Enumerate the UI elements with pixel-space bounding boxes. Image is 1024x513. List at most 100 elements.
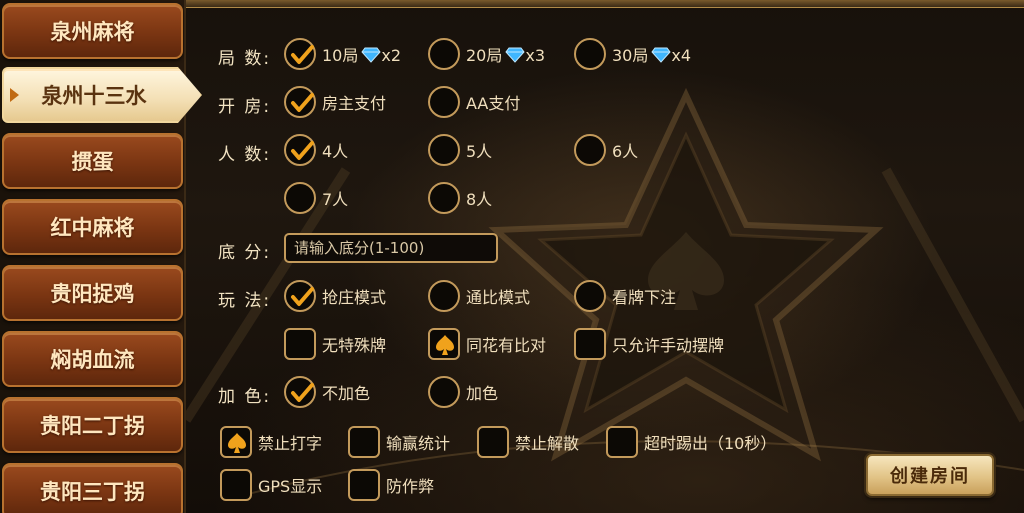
option-text: 输赢统计 bbox=[386, 434, 451, 453]
sidebar-item-quanzhou-mahjong[interactable]: 泉州麻将 bbox=[2, 3, 183, 59]
sidebar-item-label: 贵阳二丁拐 bbox=[40, 414, 145, 438]
radio-selected bbox=[284, 280, 316, 312]
mode-option-tongbi[interactable]: 通比模式 bbox=[428, 279, 530, 313]
option-text: 6人 bbox=[612, 142, 639, 161]
toggle-disable-chat[interactable]: 禁止打字 bbox=[220, 425, 322, 459]
checkbox-unchecked bbox=[348, 426, 380, 458]
game-sidebar: 泉州麻将 泉州十三水 掼蛋 红中麻将 贵阳捉鸡 焖胡血流 贵阳二丁拐 贵阳三丁拐 bbox=[0, 0, 202, 513]
checkbox-checked bbox=[428, 328, 460, 360]
sidebar-item-menhu-xueliu[interactable]: 焖胡血流 bbox=[2, 331, 183, 387]
radio-unselected bbox=[574, 38, 606, 70]
check-icon bbox=[291, 383, 314, 402]
base-score-label: 底 分: bbox=[218, 243, 272, 263]
mode-option-look-bet[interactable]: 看牌下注 bbox=[574, 279, 676, 313]
radio-unselected bbox=[428, 280, 460, 312]
option-text: 30局 bbox=[612, 46, 649, 65]
checkbox-unchecked bbox=[606, 426, 638, 458]
radio-selected bbox=[284, 86, 316, 118]
toggle-win-loss-stats[interactable]: 输赢统计 bbox=[348, 425, 450, 459]
players-option-7[interactable]: 7人 bbox=[284, 181, 348, 215]
check-icon bbox=[291, 287, 314, 306]
option-text: 4人 bbox=[322, 142, 349, 161]
check-icon bbox=[291, 45, 314, 64]
players-option-4[interactable]: 4人 bbox=[284, 133, 348, 167]
sidebar-item-label: 贵阳三丁拐 bbox=[40, 480, 145, 504]
radio-selected bbox=[284, 134, 316, 166]
radio-unselected bbox=[574, 280, 606, 312]
toggle-gps-display[interactable]: GPS显示 bbox=[220, 468, 322, 502]
toggle-anti-cheat[interactable]: 防作弊 bbox=[348, 468, 434, 502]
option-text: 8人 bbox=[466, 190, 493, 209]
extra-manual-arrange-only[interactable]: 只允许手动摆牌 bbox=[574, 327, 724, 361]
diamond-gem-icon bbox=[651, 47, 672, 63]
checkbox-unchecked bbox=[284, 328, 316, 360]
radio-unselected bbox=[428, 86, 460, 118]
option-text: 防作弊 bbox=[386, 477, 435, 496]
diamond-gem-icon bbox=[505, 47, 526, 63]
option-text: 5人 bbox=[466, 142, 493, 161]
extra-no-special-cards[interactable]: 无特殊牌 bbox=[284, 327, 386, 361]
players-option-6[interactable]: 6人 bbox=[574, 133, 638, 167]
option-text: GPS显示 bbox=[258, 477, 323, 496]
diamond-gem-icon bbox=[361, 47, 382, 63]
checkbox-unchecked bbox=[477, 426, 509, 458]
color-option-add[interactable]: 加色 bbox=[428, 375, 498, 409]
players-option-5[interactable]: 5人 bbox=[428, 133, 492, 167]
sidebar-item-quanzhou-thirteen[interactable]: 泉州十三水 bbox=[2, 67, 202, 123]
checkbox-checked bbox=[220, 426, 252, 458]
players-option-8[interactable]: 8人 bbox=[428, 181, 492, 215]
sidebar-item-label: 贵阳捉鸡 bbox=[50, 282, 135, 306]
sidebar-item-guiyang-zhuoji[interactable]: 贵阳捉鸡 bbox=[2, 265, 183, 321]
color-option-none[interactable]: 不加色 bbox=[284, 375, 370, 409]
payment-option-aa[interactable]: AA支付 bbox=[428, 85, 520, 119]
option-text: 抢庄模式 bbox=[322, 288, 387, 307]
radio-unselected bbox=[574, 134, 606, 166]
play-mode-label: 玩 法: bbox=[218, 291, 272, 311]
gem-cost: x3 bbox=[525, 46, 546, 65]
option-text: 禁止解散 bbox=[515, 434, 580, 453]
option-text: 7人 bbox=[322, 190, 349, 209]
radio-unselected bbox=[428, 182, 460, 214]
checkbox-unchecked bbox=[574, 328, 606, 360]
option-text: 通比模式 bbox=[466, 288, 531, 307]
spade-icon bbox=[228, 433, 246, 453]
toggle-timeout-kick[interactable]: 超时踢出（10秒） bbox=[606, 425, 776, 459]
active-marker-icon bbox=[10, 88, 19, 102]
radio-unselected bbox=[428, 376, 460, 408]
checkbox-unchecked bbox=[220, 469, 252, 501]
rounds-option-30[interactable]: 30局 x4 bbox=[574, 37, 691, 71]
sidebar-item-guiyang-erdingguai[interactable]: 贵阳二丁拐 bbox=[2, 397, 183, 453]
rounds-option-10[interactable]: 10局 x2 bbox=[284, 37, 401, 71]
option-text: 只允许手动摆牌 bbox=[612, 336, 725, 355]
radio-selected bbox=[284, 376, 316, 408]
players-label: 人 数: bbox=[218, 145, 272, 165]
mode-option-grab-banker[interactable]: 抢庄模式 bbox=[284, 279, 386, 313]
sidebar-item-guandan[interactable]: 掼蛋 bbox=[2, 133, 183, 189]
gem-cost: x2 bbox=[381, 46, 402, 65]
sidebar-item-label: 掼蛋 bbox=[71, 150, 114, 174]
payment-option-host[interactable]: 房主支付 bbox=[284, 85, 386, 119]
gem-cost: x4 bbox=[671, 46, 692, 65]
sidebar-item-guiyang-sandingguai[interactable]: 贵阳三丁拐 bbox=[2, 463, 183, 513]
add-color-label: 加 色: bbox=[218, 387, 272, 407]
checkbox-unchecked bbox=[348, 469, 380, 501]
extra-flush-compare[interactable]: 同花有比对 bbox=[428, 327, 546, 361]
spade-icon bbox=[436, 335, 454, 355]
option-text: 无特殊牌 bbox=[322, 336, 387, 355]
check-icon bbox=[291, 93, 314, 112]
top-border bbox=[186, 0, 1024, 8]
sidebar-item-label: 泉州十三水 bbox=[41, 84, 147, 108]
radio-unselected bbox=[428, 134, 460, 166]
radio-unselected bbox=[284, 182, 316, 214]
create-room-button[interactable]: 创建房间 bbox=[866, 454, 994, 496]
sidebar-item-hongzhong-mahjong[interactable]: 红中麻将 bbox=[2, 199, 183, 255]
check-icon bbox=[291, 141, 314, 160]
base-score-input[interactable] bbox=[284, 233, 498, 263]
option-text: 看牌下注 bbox=[612, 288, 677, 307]
rounds-option-20[interactable]: 20局 x3 bbox=[428, 37, 545, 71]
option-text: 不加色 bbox=[322, 384, 371, 403]
radio-unselected bbox=[428, 38, 460, 70]
sidebar-item-label: 泉州麻将 bbox=[50, 20, 135, 44]
toggle-disable-dissolve[interactable]: 禁止解散 bbox=[477, 425, 579, 459]
option-text: 禁止打字 bbox=[258, 434, 323, 453]
